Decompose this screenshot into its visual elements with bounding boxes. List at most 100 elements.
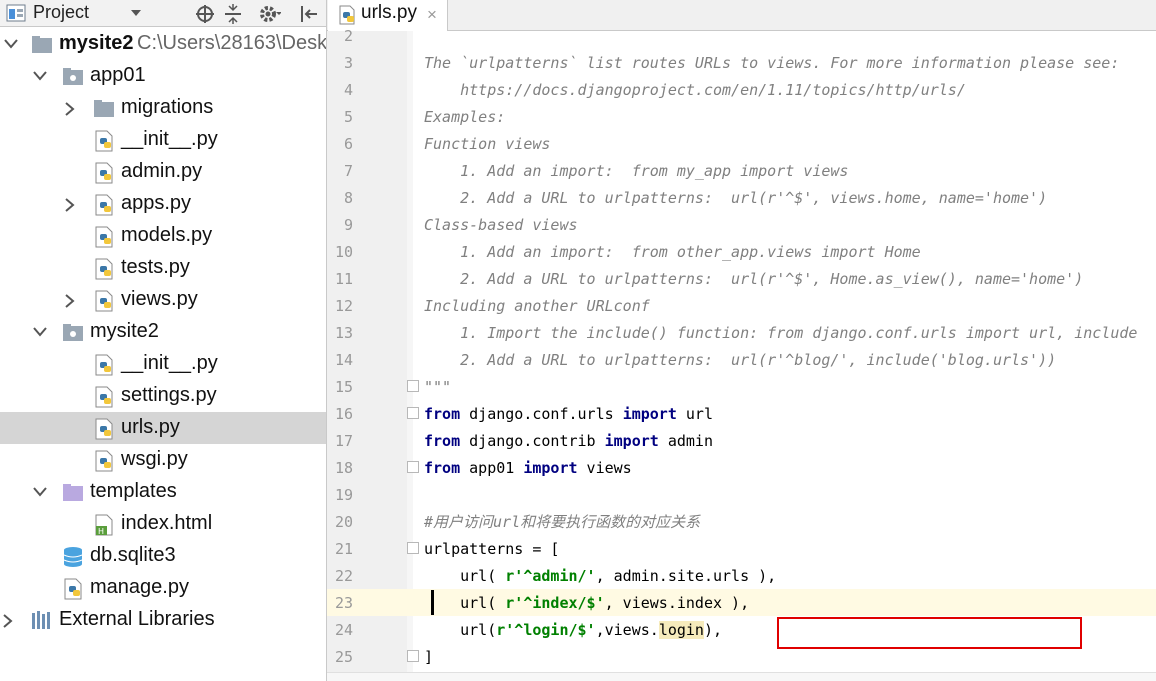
code-token: django.contrib: [460, 432, 605, 450]
tree-item-path: C:\Users\28163\Deskt: [137, 32, 327, 54]
code-line[interactable]: #用户访问url和将要执行函数的对应关系: [424, 509, 700, 536]
python-file-icon: [93, 354, 115, 376]
code-token: from: [424, 432, 461, 450]
code-line[interactable]: Including another URLconf: [424, 293, 650, 320]
project-view-dropdown[interactable]: Project: [33, 2, 89, 23]
code-token: r'^index/$': [505, 594, 605, 612]
gear-icon[interactable]: [259, 4, 281, 24]
code-editor[interactable]: urls.py × 2 3 The `urlpatterns` list route…: [327, 0, 1156, 681]
code-line[interactable]: 2. Add a URL to urlpatterns: url(r'^$', …: [424, 185, 1047, 212]
code-token: url(: [424, 621, 497, 639]
line-number: 6: [343, 135, 353, 153]
tree-item-templates[interactable]: templates: [0, 476, 326, 508]
code-line[interactable]: 2. Add a URL to urlpatterns: url(r'^$', …: [424, 266, 1083, 293]
code-line[interactable]: 1. Add an import: from other_app.views i…: [424, 239, 921, 266]
code-token: admin: [658, 432, 713, 450]
line-number: 25: [334, 648, 353, 666]
tree-item-settings-py[interactable]: settings.py: [0, 380, 326, 412]
tree-item-app01[interactable]: app01: [0, 60, 326, 92]
tree-item-views-py[interactable]: views.py: [0, 284, 326, 316]
tree-item-init-py[interactable]: __init__.py: [0, 124, 326, 156]
code-line[interactable]: https://docs.djangoproject.com/en/1.11/t…: [424, 77, 966, 104]
tree-item-label: index.html: [121, 512, 213, 534]
line-number: 21: [334, 540, 353, 558]
code-line[interactable]: from app01 import views: [424, 455, 632, 482]
fold-marker-icon[interactable]: [407, 650, 419, 662]
line-number: 4: [343, 81, 353, 99]
collapse-all-icon[interactable]: [224, 4, 242, 24]
code-token: 2. Add a URL to urlpatterns: url(r'^$', …: [424, 189, 1048, 207]
line-number: 23: [334, 594, 353, 612]
code-token: Class-based views: [424, 216, 578, 234]
tree-item-wsgi-py[interactable]: wsgi.py: [0, 444, 326, 476]
horizontal-scrollbar[interactable]: [327, 672, 1156, 681]
chevron-down-icon[interactable]: [33, 70, 47, 82]
tree-item-mysite2[interactable]: mysite2: [0, 316, 326, 348]
code-line[interactable]: ]: [424, 644, 433, 671]
line-number: 17: [334, 432, 353, 450]
fold-marker-icon[interactable]: [407, 461, 419, 473]
python-file-icon: [93, 226, 115, 248]
code-line[interactable]: 1. Add an import: from my_app import vie…: [424, 158, 848, 185]
code-line[interactable]: Function views: [424, 131, 550, 158]
code-line[interactable]: url( r'^admin/', admin.site.urls ),: [424, 563, 776, 590]
tree-item-migrations[interactable]: migrations: [0, 92, 326, 124]
chevron-down-icon[interactable]: [33, 486, 47, 498]
chevron-right-icon[interactable]: [64, 294, 76, 308]
close-icon[interactable]: ×: [427, 5, 437, 25]
tree-item-manage-py[interactable]: manage.py: [0, 572, 326, 604]
code-line[interactable]: 1. Import the include() function: from d…: [424, 320, 1137, 347]
chevron-down-icon[interactable]: [33, 326, 47, 338]
tree-item-label: views.py: [121, 288, 198, 310]
code-token: 1. Import the include() function: from d…: [424, 324, 1138, 342]
code-line[interactable]: urlpatterns = [: [424, 536, 559, 563]
code-line[interactable]: 2. Add a URL to urlpatterns: url(r'^blog…: [424, 347, 1056, 374]
code-token: url(: [424, 567, 506, 585]
tree-item-label: migrations: [121, 96, 214, 118]
tree-item-apps-py[interactable]: apps.py: [0, 188, 326, 220]
code-line[interactable]: url(r'^login/$',views.login),: [424, 617, 722, 644]
fold-column: [407, 31, 413, 681]
fold-marker-icon[interactable]: [407, 380, 419, 392]
line-number: 22: [334, 567, 353, 585]
tree-item-index-html[interactable]: H index.html: [0, 508, 326, 540]
project-panel: Project mysite2 C:\Users\28163\Deskt app…: [0, 0, 327, 681]
chevron-down-icon[interactable]: [130, 9, 142, 17]
tree-item-urls-py[interactable]: urls.py: [0, 412, 326, 444]
code-token: url: [676, 405, 713, 423]
hide-panel-icon[interactable]: [300, 4, 318, 24]
tab-label: urls.py: [361, 2, 417, 23]
tree-item-tests-py[interactable]: tests.py: [0, 252, 326, 284]
code-token: from: [424, 405, 461, 423]
code-line[interactable]: from django.contrib import admin: [424, 428, 713, 455]
code-line[interactable]: url( r'^index/$', views.index ),: [424, 590, 749, 617]
tree-item-external-libraries[interactable]: External Libraries: [0, 604, 326, 636]
crosshair-icon[interactable]: [195, 4, 215, 24]
chevron-right-icon[interactable]: [64, 102, 76, 116]
project-view-icon: [6, 4, 26, 22]
code-token: 2. Add a URL to urlpatterns: url(r'^blog…: [424, 351, 1057, 369]
tree-item-init-py[interactable]: __init__.py: [0, 348, 326, 380]
tree-item-mysite2-root[interactable]: mysite2 C:\Users\28163\Deskt: [0, 28, 326, 60]
chevron-down-icon[interactable]: [4, 38, 18, 50]
code-token: url(: [424, 594, 506, 612]
tree-item-label: tests.py: [121, 256, 190, 278]
chevron-right-icon[interactable]: [64, 198, 76, 212]
code-line[interactable]: Examples:: [424, 104, 505, 131]
code-line[interactable]: """: [424, 374, 451, 401]
tree-item-label: models.py: [121, 224, 213, 246]
code-token: import: [523, 459, 578, 477]
code-line[interactable]: from django.conf.urls import url: [424, 401, 713, 428]
code-line[interactable]: The `urlpatterns` list routes URLs to vi…: [424, 50, 1119, 77]
tree-item-admin-py[interactable]: admin.py: [0, 156, 326, 188]
code-line[interactable]: Class-based views: [424, 212, 578, 239]
line-number: 24: [334, 621, 353, 639]
fold-marker-icon[interactable]: [407, 542, 419, 554]
tree-item-db-sqlite3[interactable]: db.sqlite3: [0, 540, 326, 572]
tree-item-label: __init__.py: [121, 352, 218, 374]
code-token: ),: [703, 621, 723, 639]
tree-item-models-py[interactable]: models.py: [0, 220, 326, 252]
fold-marker-icon[interactable]: [407, 407, 419, 419]
chevron-right-icon[interactable]: [2, 614, 14, 628]
code-token: from: [424, 459, 461, 477]
